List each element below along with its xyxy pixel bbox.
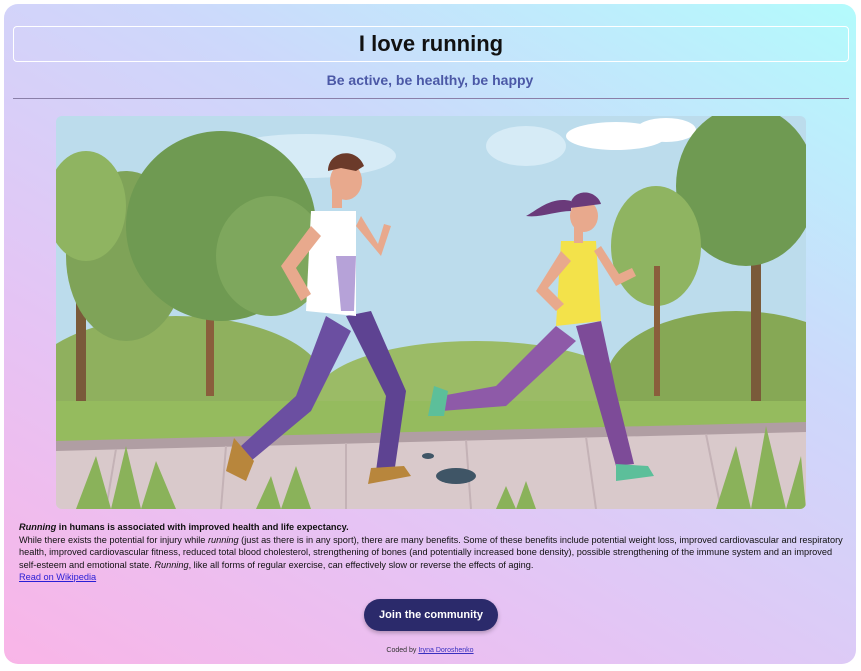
footer: Coded by Iryna Doroshenko xyxy=(4,647,856,654)
lead-emphasis: Running xyxy=(19,522,57,532)
page-subtitle: Be active, be healthy, be happy xyxy=(326,72,534,88)
paragraph-emphasis-2: Running xyxy=(154,559,189,570)
paragraph-part-3: , like all forms of regular exercise, ca… xyxy=(188,559,534,570)
paragraph-emphasis-1: running xyxy=(207,534,239,545)
article-text: Running in humans is associated with imp… xyxy=(19,521,845,584)
footer-prefix: Coded by xyxy=(386,647,419,654)
article-paragraph: While there exists the potential for inj… xyxy=(19,534,845,572)
paragraph-part-1: While there exists the potential for inj… xyxy=(19,534,208,545)
wikipedia-link[interactable]: Read on Wikipedia xyxy=(19,572,96,582)
hero-image xyxy=(56,116,806,509)
page-title: I love running xyxy=(358,31,504,56)
article-lead: Running in humans is associated with imp… xyxy=(19,521,845,534)
divider xyxy=(13,98,849,99)
lead-text: in humans is associated with improved he… xyxy=(56,522,349,532)
title-box: I love running xyxy=(13,26,849,62)
author-link[interactable]: Iryna Doroshenko xyxy=(418,647,473,654)
page-card: I love running Be active, be healthy, be… xyxy=(4,4,856,664)
join-community-button[interactable]: Join the community xyxy=(364,599,498,631)
